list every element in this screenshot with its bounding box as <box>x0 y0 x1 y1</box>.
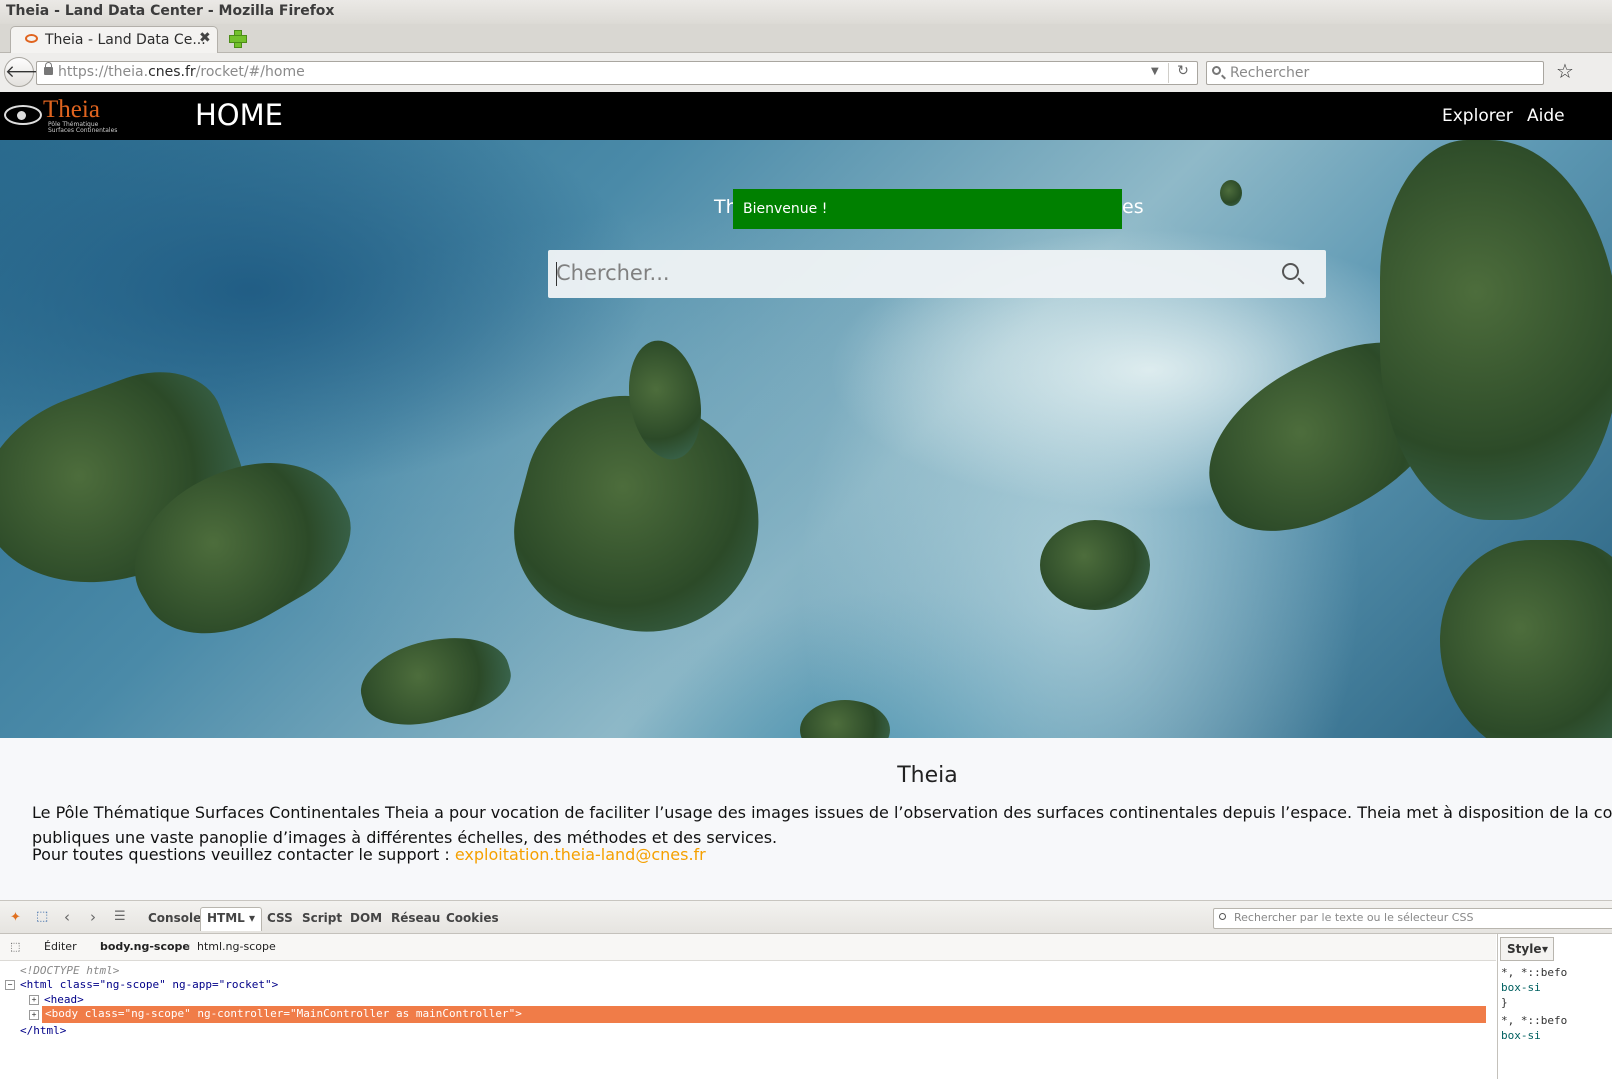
tab-dom[interactable]: DOM <box>350 911 382 925</box>
style-prop: box-si <box>1501 1029 1541 1042</box>
island-shape <box>800 700 890 738</box>
search-icon <box>1212 66 1221 75</box>
edit-button[interactable]: Éditer <box>44 940 77 953</box>
island-shape <box>1440 540 1612 738</box>
chevron-left-icon[interactable]: ‹ <box>64 908 78 926</box>
style-tab[interactable]: Style ▾ <box>1500 937 1554 961</box>
logo-subtitle: Pôle Thématique Surfaces Continentales <box>48 122 117 134</box>
window-titlebar: Theia - Land Data Center - Mozilla Firef… <box>0 0 1612 24</box>
back-arrow-icon[interactable]: 🡐 <box>4 57 51 87</box>
tab-bar: Theia - Land Data Ce... ✖ <box>0 24 1612 53</box>
browser-search-box[interactable]: Rechercher <box>1206 61 1544 85</box>
browser-search-placeholder: Rechercher <box>1230 65 1310 81</box>
tagline-end: es <box>1122 196 1144 218</box>
search-icon <box>1219 913 1226 920</box>
toast-message: Bienvenue ! <box>743 201 828 217</box>
inspect-box-icon[interactable]: ⬚ <box>10 940 20 953</box>
tree-html-close: </html> <box>20 1024 67 1037</box>
html-tree: <!DOCTYPE html> − <html class="ng-scope"… <box>0 961 1496 1079</box>
devtools-search-input[interactable]: Rechercher par le texte ou le sélecteur … <box>1213 908 1612 929</box>
support-text: Pour toutes questions veuillez contacter… <box>32 845 455 864</box>
reload-icon[interactable]: ↻ <box>1168 63 1197 83</box>
devtools-toolbar: ✦ ⬚ ‹ › ☰ Console HTML ▾ CSS Script DOM … <box>0 901 1612 934</box>
tree-body: <body class="ng-scope" ng-controller="Ma… <box>45 1007 522 1020</box>
intro-paragraph: Le Pôle Thématique Surfaces Continentale… <box>32 800 1612 850</box>
style-tab-label: Style <box>1507 942 1542 956</box>
devtools-breadcrumb: ⬚ Éditer body.ng-scope ‹ html.ng-scope <box>0 934 1496 961</box>
welcome-toast: Bienvenue ! <box>733 189 1122 229</box>
island-shape <box>1040 520 1150 610</box>
nav-explorer-link[interactable]: Explorer <box>1442 106 1513 126</box>
section-title: Theia <box>897 763 958 788</box>
style-rule-line: *, *::befo <box>1501 966 1568 979</box>
expand-icon[interactable]: + <box>29 1010 39 1020</box>
tree-doctype: <!DOCTYPE html> <box>20 964 120 977</box>
eye-icon <box>25 34 38 43</box>
chevron-right-icon[interactable]: › <box>90 908 104 926</box>
window-title: Theia - Land Data Center - Mozilla Firef… <box>6 3 335 19</box>
support-paragraph: Pour toutes questions veuillez contacter… <box>32 845 1572 864</box>
tab-css[interactable]: CSS <box>267 911 293 925</box>
tree-body-selected[interactable]: <body class="ng-scope" ng-controller="Ma… <box>42 1006 1486 1023</box>
chevron-left-icon: ‹ <box>186 940 191 953</box>
close-icon[interactable]: ✖ <box>199 30 211 46</box>
plus-icon[interactable] <box>228 29 247 48</box>
chevron-down-icon[interactable]: ▼ <box>1151 66 1159 77</box>
page-title: HOME <box>195 98 283 132</box>
expand-icon[interactable]: + <box>29 995 39 1005</box>
intro-section: Theia Le Pôle Thématique Surfaces Contin… <box>0 738 1612 900</box>
chevron-down-icon: ▾ <box>1542 942 1549 956</box>
nav-aide-link[interactable]: Aide <box>1527 106 1565 126</box>
tab-console[interactable]: Console <box>148 911 201 925</box>
tree-html-open[interactable]: <html class="ng-scope" ng-app="rocket"> <box>20 978 278 991</box>
style-rule-line: *, *::befo <box>1501 1014 1568 1027</box>
island-shape <box>352 621 518 738</box>
hero-search-box <box>548 250 1326 298</box>
tab-script[interactable]: Script <box>302 911 342 925</box>
address-bar[interactable]: https://theia.cnes.fr/rocket/#/home ▼ ↻ <box>36 61 1198 85</box>
island-shape <box>1380 140 1612 520</box>
navigation-toolbar: 🡐 https://theia.cnes.fr/rocket/#/home ▼ … <box>0 53 1612 92</box>
site-header: Theia Pôle Thématique Surfaces Continenta… <box>0 92 1612 140</box>
star-icon[interactable]: ☆ <box>1556 59 1574 83</box>
style-prop: box-si <box>1501 981 1541 994</box>
url-path: /rocket/#/home <box>195 64 305 80</box>
url-domain: cnes.fr <box>148 64 196 80</box>
tab-title: Theia - Land Data Ce... <box>45 32 206 48</box>
inspect-icon[interactable]: ⬚ <box>36 909 50 924</box>
devtools-panel: ✦ ⬚ ‹ › ☰ Console HTML ▾ CSS Script DOM … <box>0 900 1612 1079</box>
url-text[interactable]: https://theia.cnes.fr/rocket/#/home <box>58 64 305 80</box>
tab-html[interactable]: HTML ▾ <box>200 907 263 931</box>
crumb-body[interactable]: body.ng-scope <box>100 940 190 953</box>
logo-name: Theia <box>43 96 100 123</box>
intro-line-1: Le Pôle Thématique Surfaces Continentale… <box>32 803 1612 822</box>
eye-icon <box>4 105 42 125</box>
island-shape <box>1220 180 1242 206</box>
support-email-link[interactable]: exploitation.theia-land@cnes.fr <box>455 845 706 864</box>
devtools-search-placeholder: Rechercher par le texte ou le sélecteur … <box>1234 911 1474 924</box>
browser-tab[interactable]: Theia - Land Data Ce... ✖ <box>10 26 218 53</box>
theia-logo[interactable]: Theia Pôle Thématique Surfaces Continenta… <box>4 96 117 134</box>
tab-html-label: HTML <box>207 911 245 925</box>
hero-search-input[interactable] <box>556 256 1256 290</box>
tab-cookies[interactable]: Cookies <box>446 911 499 925</box>
style-side-panel: Style ▾ *, *::befo box-si } *, *::befo bo… <box>1497 934 1612 1079</box>
style-rule-line: box-si <box>1501 1029 1541 1042</box>
tree-head[interactable]: <head> <box>44 993 84 1006</box>
hero-satellite-image: Th es Bienvenue ! <box>0 140 1612 738</box>
style-rule-line: box-si <box>1501 981 1541 994</box>
text-caret <box>556 262 557 286</box>
list-icon[interactable]: ☰ <box>114 909 128 924</box>
style-rule-line: } <box>1501 996 1508 1009</box>
collapse-icon[interactable]: − <box>5 980 15 990</box>
url-prefix: https://theia. <box>58 64 149 80</box>
tab-reseau[interactable]: Réseau <box>391 911 440 925</box>
crumb-html[interactable]: html.ng-scope <box>197 940 276 953</box>
logo-sub-line2: Surfaces Continentales <box>48 127 118 134</box>
firebug-icon[interactable]: ✦ <box>10 910 24 925</box>
search-icon[interactable] <box>1282 263 1299 280</box>
lock-icon <box>44 62 53 75</box>
